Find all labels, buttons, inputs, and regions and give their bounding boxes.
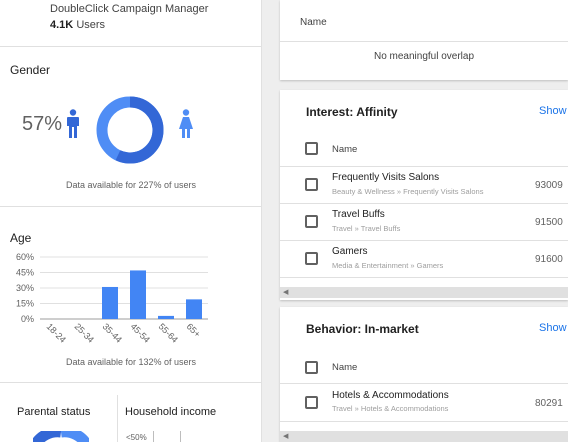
show-button[interactable]: Show bbox=[539, 322, 567, 334]
interest-affinity-card: Interest: Affinity Show Name Frequently … bbox=[280, 90, 568, 300]
segment-name: Hotels & Accommodations bbox=[332, 390, 449, 401]
empty-state-message: No meaningful overlap bbox=[373, 51, 475, 62]
age-section: Age 60% 45% 30% 15% 0% 18-24 25-34 35-44 45-54 55… bbox=[0, 207, 262, 383]
age-bar bbox=[158, 315, 174, 319]
parental-status-title: Parental status bbox=[17, 406, 91, 418]
divider bbox=[117, 395, 118, 442]
x-tick-label: 45-54 bbox=[129, 321, 152, 344]
gender-data-note: Data available for 227% of users bbox=[65, 180, 197, 190]
row-checkbox[interactable] bbox=[305, 396, 318, 409]
parental-status-donut-chart bbox=[33, 431, 89, 442]
card-title: Interest: Affinity bbox=[306, 105, 398, 119]
segment-value: 91500 bbox=[535, 217, 563, 228]
segment-path: Beauty & Wellness » Frequently Visits Sa… bbox=[332, 187, 484, 196]
users-count-value: 4.1K bbox=[50, 19, 74, 31]
gender-section: Gender 57% Data available for 227% of us… bbox=[0, 47, 262, 207]
segment-path: Media & Entertainment » Gamers bbox=[332, 261, 444, 270]
household-gridline bbox=[180, 431, 181, 442]
users-count: 4.1K Users bbox=[50, 19, 105, 31]
segment-path: Travel » Travel Buffs bbox=[332, 224, 401, 233]
segment-value: 80291 bbox=[535, 398, 563, 409]
name-column-header: Name bbox=[332, 144, 358, 155]
x-tick-label: 65+ bbox=[185, 321, 203, 339]
divider bbox=[280, 41, 568, 42]
scroll-left-icon[interactable]: ◀ bbox=[283, 288, 288, 296]
audience-summary-panel: DoubleClick Campaign Manager 4.1K Users … bbox=[0, 0, 262, 442]
x-tick-label: 25-34 bbox=[73, 321, 96, 344]
household-tick-label: <50% bbox=[126, 433, 147, 442]
segment-value: 93009 bbox=[535, 180, 563, 191]
segment-name: Travel Buffs bbox=[332, 209, 385, 220]
divider bbox=[280, 383, 568, 384]
scroll-left-icon[interactable]: ◀ bbox=[283, 432, 288, 440]
source-section: DoubleClick Campaign Manager 4.1K Users bbox=[0, 0, 262, 47]
age-bar bbox=[130, 270, 146, 319]
segment-name: Frequently Visits Salons bbox=[332, 172, 440, 183]
age-bar bbox=[186, 299, 202, 319]
horizontal-scrollbar[interactable]: ◀ bbox=[280, 431, 568, 442]
age-bar bbox=[102, 286, 118, 319]
row-checkbox[interactable] bbox=[305, 252, 318, 265]
segment-value: 91600 bbox=[535, 254, 563, 265]
y-tick-label: 60% bbox=[16, 252, 34, 262]
household-income-title: Household income bbox=[125, 406, 217, 418]
y-tick-label: 45% bbox=[16, 268, 34, 278]
divider bbox=[280, 203, 568, 204]
y-tick-label: 15% bbox=[16, 299, 34, 309]
gender-donut-chart bbox=[96, 96, 164, 164]
y-tick-label: 0% bbox=[21, 314, 34, 324]
horizontal-scrollbar[interactable]: ◀ bbox=[280, 287, 568, 298]
male-percentage: 57% bbox=[22, 113, 63, 135]
female-icon bbox=[179, 109, 193, 138]
parental-household-section: Parental status Household income <50% bbox=[0, 383, 262, 442]
gender-title: Gender bbox=[10, 63, 51, 77]
age-title: Age bbox=[10, 231, 32, 245]
x-tick-label: 18-24 bbox=[45, 321, 68, 344]
behavior-inmarket-card: Behavior: In-market Show Name Hotels & A… bbox=[280, 307, 568, 442]
divider bbox=[280, 240, 568, 241]
row-checkbox[interactable] bbox=[305, 215, 318, 228]
male-icon bbox=[67, 109, 79, 138]
x-tick-label: 35-44 bbox=[101, 321, 124, 344]
household-gridline bbox=[153, 431, 154, 442]
y-tick-label: 30% bbox=[16, 283, 34, 293]
age-data-note: Data available for 132% of users bbox=[65, 357, 197, 367]
x-tick-label: 55-64 bbox=[157, 321, 180, 344]
divider bbox=[280, 166, 568, 167]
divider bbox=[280, 277, 568, 278]
show-button[interactable]: Show bbox=[539, 105, 567, 117]
overlap-card: Name No meaningful overlap bbox=[280, 0, 568, 80]
users-label: Users bbox=[76, 19, 106, 31]
age-bar-chart: 60% 45% 30% 15% 0% 18-24 25-34 35-44 45-54 55-64 6… bbox=[16, 252, 208, 345]
source-name: DoubleClick Campaign Manager bbox=[50, 3, 209, 15]
segment-path: Travel » Hotels & Accommodations bbox=[332, 404, 449, 413]
name-column-header: Name bbox=[332, 362, 358, 373]
select-all-checkbox[interactable] bbox=[305, 361, 318, 374]
audience-details-panel: Name No meaningful overlap Interest: Aff… bbox=[280, 0, 568, 442]
divider bbox=[280, 421, 568, 422]
select-all-checkbox[interactable] bbox=[305, 142, 318, 155]
segment-name: Gamers bbox=[332, 246, 368, 257]
row-checkbox[interactable] bbox=[305, 178, 318, 191]
name-column-header: Name bbox=[300, 17, 327, 28]
card-title: Behavior: In-market bbox=[306, 322, 419, 336]
